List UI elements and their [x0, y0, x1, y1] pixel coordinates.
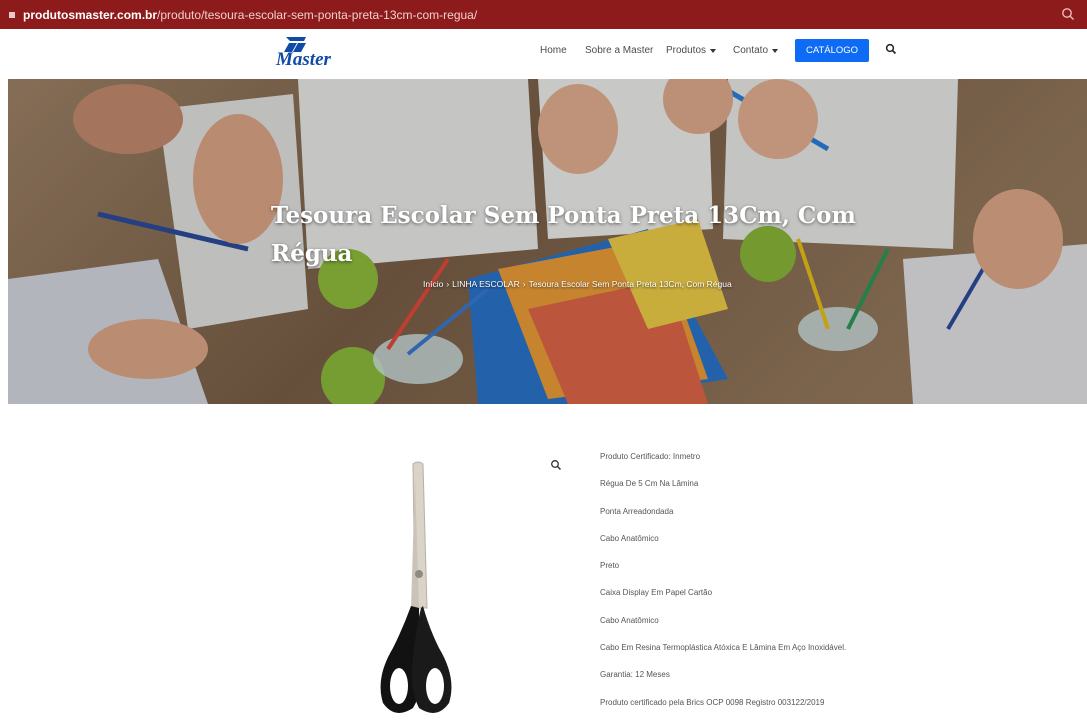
hero-banner: Tesoura Escolar Sem Ponta Preta 13Cm, Co… — [8, 79, 1087, 404]
nav-home[interactable]: Home — [540, 45, 567, 56]
breadcrumb-home-link[interactable]: Início — [423, 279, 443, 289]
spec-item: Produto Certificado: Inmetro — [600, 452, 701, 461]
nav-produtos-label: Produtos — [666, 45, 707, 56]
breadcrumb-current: Tesoura Escolar Sem Ponta Preta 13Cm, Co… — [528, 279, 732, 289]
breadcrumb-separator: › — [446, 279, 450, 289]
search-icon[interactable] — [1061, 7, 1075, 21]
catalog-button[interactable]: CATÁLOGO — [795, 39, 869, 62]
breadcrumb-category-link[interactable]: LINHA ESCOLAR — [452, 279, 520, 289]
product-specs: Produto Certificado: Inmetro Régua De 5 … — [600, 451, 846, 724]
spec-item: Cabo Em Resina Termoplástica Atóxica E L… — [600, 643, 847, 653]
page-info-icon[interactable] — [9, 11, 15, 18]
spec-item: Preto — [600, 561, 620, 571]
spec-item: Caixa Display Em Papel Cartão — [600, 588, 713, 598]
url-host: produtosmaster.com.br — [23, 7, 158, 22]
nav-sobre-label: Sobre a Master — [585, 45, 654, 56]
nav-contato-label: Contato — [733, 45, 769, 56]
nav-produtos[interactable]: Produtos — [666, 45, 717, 56]
spec-item: Garantia: 12 Meses — [600, 670, 670, 680]
nav-home-label: Home — [540, 45, 567, 56]
search-icon[interactable] — [885, 43, 897, 55]
url-path: /produto/tesoura-escolar-sem-ponta-preta… — [157, 7, 478, 22]
nav-sobre[interactable]: Sobre a Master — [585, 45, 653, 56]
site-header: Master Home Sobre a Master Produtos Cont… — [0, 29, 1087, 79]
breadcrumb: Início › LINHA ESCOLAR › Tesoura Escolar Sem… — [423, 279, 732, 289]
breadcrumb-separator: › — [522, 279, 526, 289]
spec-item: Cabo Anatômico — [600, 615, 659, 625]
zoom-icon[interactable] — [550, 459, 562, 471]
browser-url-bar[interactable]: produtosmaster.com.br/produto/tesoura-es… — [0, 0, 1087, 29]
nav-contato[interactable]: Contato — [733, 45, 779, 56]
product-image[interactable] — [355, 458, 475, 719]
chevron-down-icon — [710, 49, 717, 53]
spec-item: Cabo Anatômico — [600, 533, 659, 543]
page-title: Tesoura Escolar Sem Ponta Preta 13Cm, Co… — [271, 202, 856, 267]
spec-item: Produto certificado pela Brics OCP 0098 … — [600, 697, 825, 707]
spec-item: Régua De 5 Cm Na Lâmina — [600, 479, 699, 489]
chevron-down-icon — [772, 49, 779, 53]
main-nav: Home Sobre a Master Produtos Contato — [0, 45, 1087, 65]
spec-item: Ponta Arreadondada — [600, 506, 674, 516]
